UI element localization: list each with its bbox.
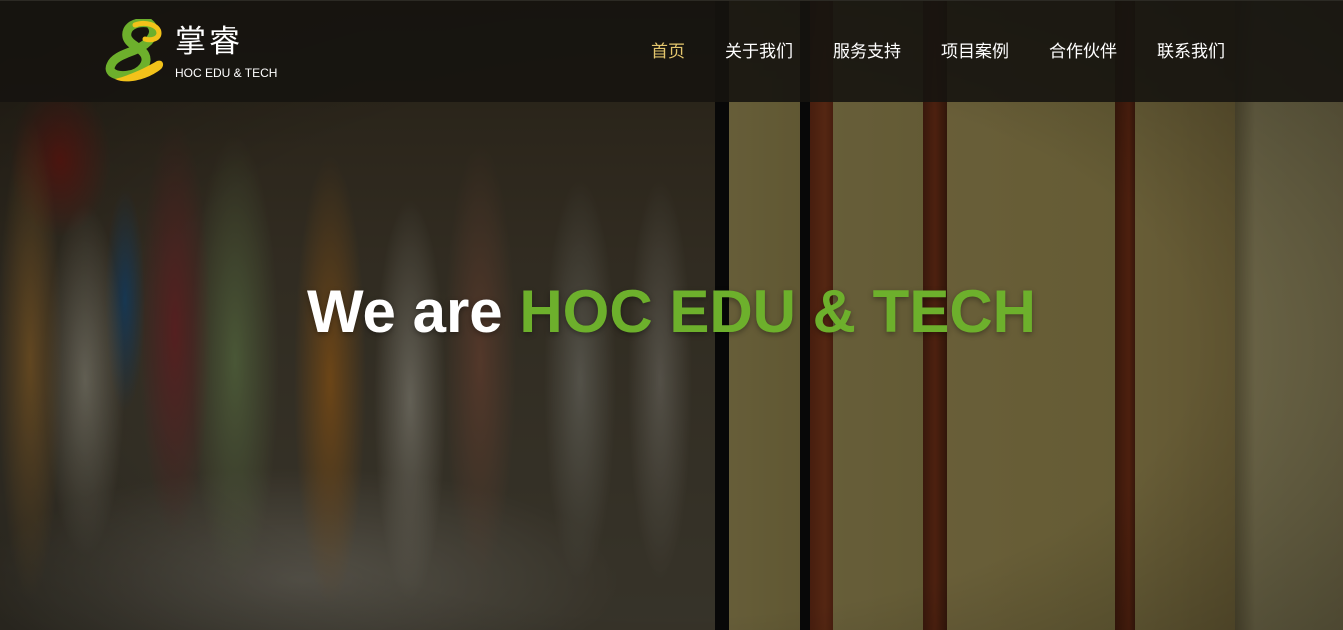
- logo-link[interactable]: 掌睿 HOC EDU & TECH: [105, 19, 277, 85]
- nav-item-partners[interactable]: 合作伙伴: [1049, 39, 1117, 65]
- logo-8-icon: [105, 19, 164, 82]
- main-nav: 首页 关于我们 服务支持 项目案例 合作伙伴 联系我们: [611, 39, 1225, 65]
- nav-item-cases[interactable]: 项目案例: [941, 39, 1009, 65]
- nav-item-services[interactable]: 服务支持: [833, 39, 901, 65]
- brand-name-en: HOC EDU & TECH: [175, 66, 278, 80]
- hero-section: 掌睿 HOC EDU & TECH 首页 关于我们 服务支持 项目案例 合作伙伴…: [0, 0, 1343, 630]
- nav-item-home[interactable]: 首页: [651, 39, 685, 65]
- nav-item-about[interactable]: 关于我们: [725, 39, 793, 65]
- logo-text: 掌睿 HOC EDU & TECH: [175, 23, 277, 81]
- headline-highlight: HOC EDU & TECH: [519, 278, 1037, 345]
- headline-prefix: We are: [306, 278, 520, 345]
- site-header: 掌睿 HOC EDU & TECH 首页 关于我们 服务支持 项目案例 合作伙伴…: [0, 0, 1343, 102]
- brand-name-cn: 掌睿: [175, 24, 243, 60]
- nav-item-contact[interactable]: 联系我们: [1157, 39, 1225, 65]
- hero-headline: We are HOC EDU & TECH: [0, 272, 1343, 352]
